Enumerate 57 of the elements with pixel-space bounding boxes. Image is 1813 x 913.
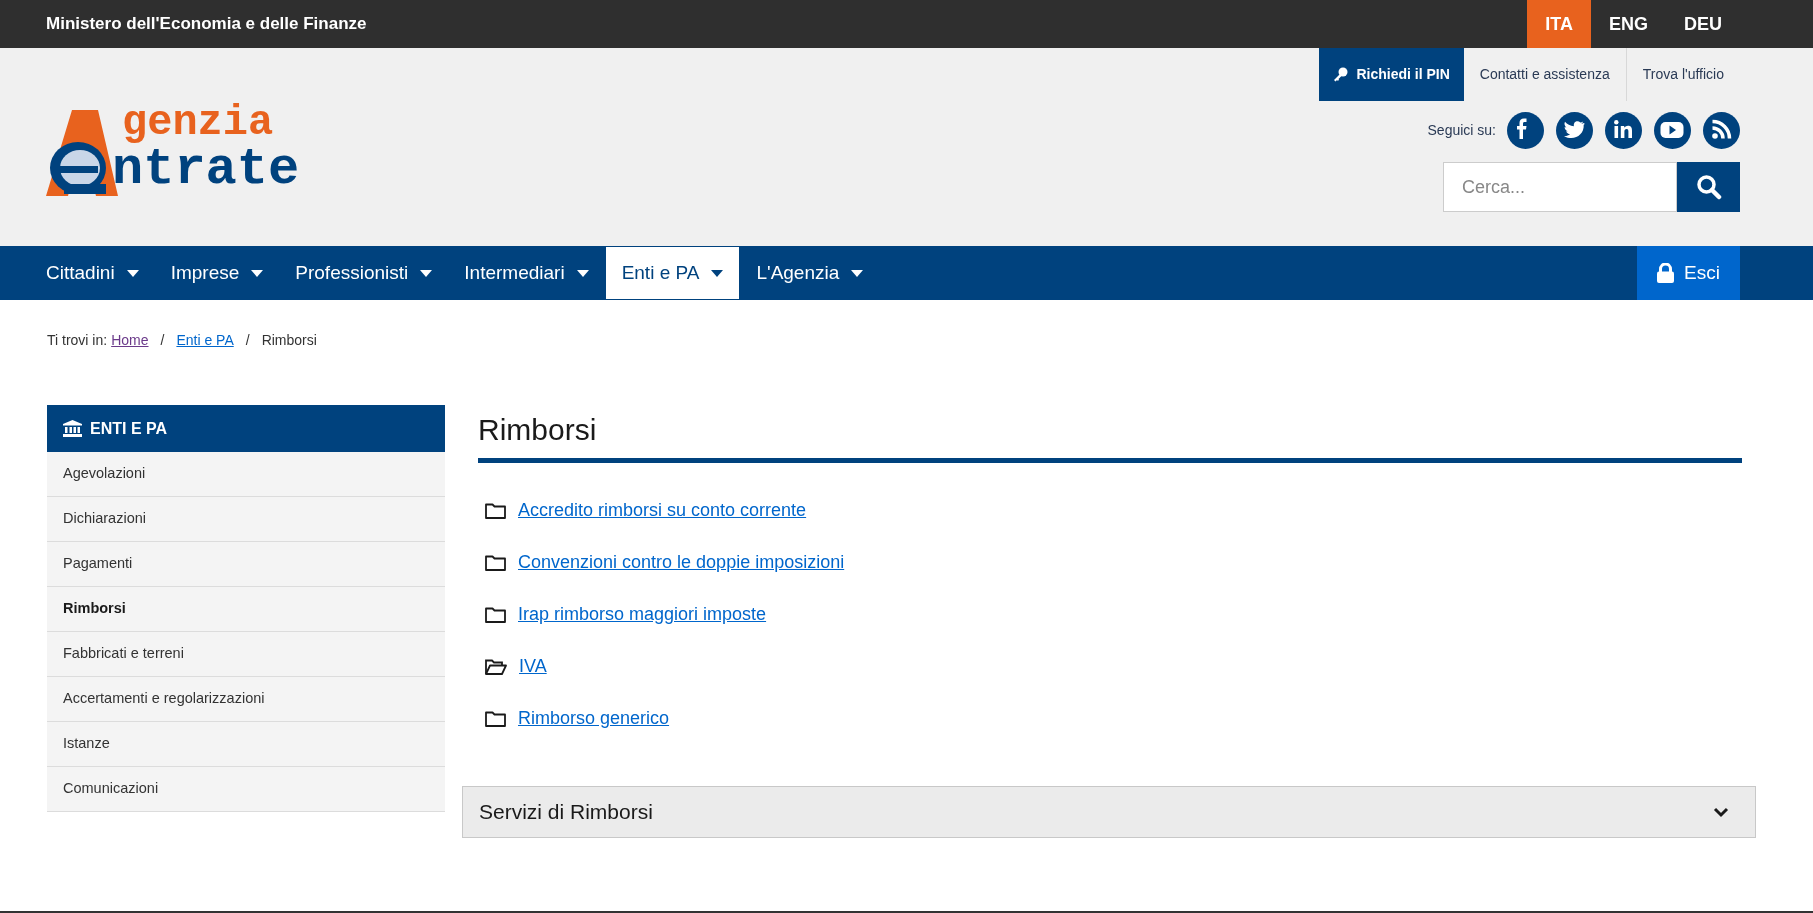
rss-icon[interactable] <box>1703 112 1740 149</box>
page-title: Rimborsi <box>478 412 598 448</box>
youtube-icon[interactable] <box>1654 112 1691 149</box>
sidebar-item[interactable]: Fabbricati e terreni <box>47 632 445 677</box>
breadcrumb-separator: / <box>159 330 166 350</box>
facebook-icon[interactable] <box>1507 112 1544 149</box>
search-icon <box>1695 174 1722 200</box>
follow-label: Seguici su: <box>1427 121 1496 140</box>
sidebar-item[interactable]: Rimborsi <box>47 587 445 632</box>
logo-text: genzia <box>122 102 275 144</box>
caret-icon <box>251 269 264 277</box>
sidebar-item[interactable]: Agevolazioni <box>47 452 445 497</box>
header-link[interactable]: Trova l'ufficio <box>1626 48 1740 101</box>
sidebar-item[interactable]: Dichiarazioni <box>47 497 445 542</box>
sidebar-item[interactable]: Pagamenti <box>47 542 445 587</box>
breadcrumb-separator: / <box>244 330 251 350</box>
twitter-icon[interactable] <box>1556 112 1593 149</box>
caret-icon <box>851 269 864 277</box>
caret-icon <box>420 269 433 277</box>
lock-icon <box>1657 263 1675 283</box>
language-tab[interactable]: DEU <box>1666 0 1740 48</box>
folder-link[interactable]: Convenzioni contro le doppie imposizioni <box>518 549 845 576</box>
search-button[interactable] <box>1677 162 1740 212</box>
search-field[interactable]: Cerca... <box>1443 162 1677 212</box>
nav-tab[interactable]: Imprese <box>154 246 280 300</box>
nav-tab[interactable]: Intermediari <box>448 246 605 300</box>
nav-tab[interactable]: Enti e PA <box>604 246 741 300</box>
caret-icon <box>576 269 589 277</box>
logout-button[interactable]: Esci <box>1637 246 1740 300</box>
pin-request-button[interactable]: Richiedi il PIN <box>1319 48 1464 101</box>
caret-icon <box>126 269 139 277</box>
sidebar-item[interactable]: Accertamenti e regolarizzazioni <box>47 677 445 722</box>
header-link[interactable]: Contatti e assistenza <box>1463 48 1627 101</box>
services-accordion[interactable]: Servizi di Rimborsi <box>462 786 1756 838</box>
nav-tab[interactable]: L'Agenzia <box>740 246 880 300</box>
ministry-title: Ministero dell'Economia e delle Finanze <box>46 13 367 36</box>
folder-link[interactable]: Accredito rimborsi su conto corrente <box>518 497 807 524</box>
breadcrumb-label: Ti trovi in: <box>47 330 108 350</box>
sidebar-item[interactable]: Comunicazioni <box>47 767 445 812</box>
breadcrumb-link[interactable]: Home <box>111 329 149 351</box>
logo-text: ntrate <box>112 144 300 196</box>
linkedin-icon[interactable] <box>1605 112 1642 149</box>
nav-tab[interactable]: Professionisti <box>279 246 449 300</box>
caret-icon <box>711 269 724 277</box>
agenzia-entrate-logo[interactable]: genzia ntrate <box>46 102 300 196</box>
breadcrumb-current: Rimborsi <box>261 330 317 350</box>
nav-tab[interactable]: Cittadini <box>46 246 155 300</box>
breadcrumb-link[interactable]: Enti e PA <box>176 329 234 351</box>
accordion-title: Servizi di Rimborsi <box>479 799 653 826</box>
language-tab[interactable]: ENG <box>1590 0 1666 48</box>
folder-link[interactable]: IVA <box>519 653 547 680</box>
sidebar-item[interactable]: Istanze <box>47 722 445 767</box>
key-icon <box>1333 67 1349 82</box>
bank-icon <box>63 420 82 437</box>
folder-link[interactable]: Irap rimborso maggiori imposte <box>518 601 767 628</box>
folder-link[interactable]: Rimborso generico <box>518 705 670 732</box>
sidebar-title: ENTI E PA <box>90 418 168 439</box>
